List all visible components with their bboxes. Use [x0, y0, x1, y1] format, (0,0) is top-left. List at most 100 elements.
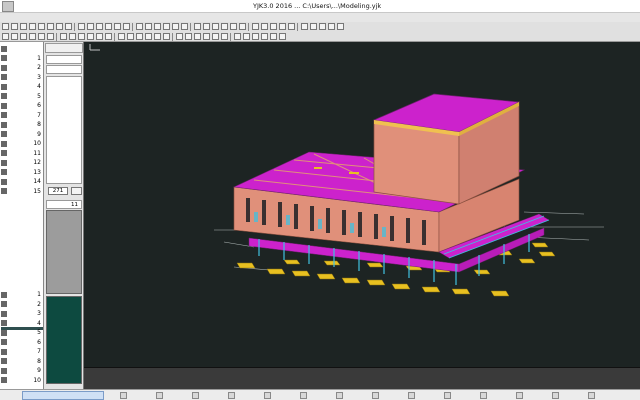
command-panel-item[interactable]: 2 — [1, 300, 43, 309]
toolbar-button[interactable] — [96, 33, 103, 40]
model-viewport[interactable] — [84, 42, 640, 367]
toolbar-button[interactable] — [301, 23, 308, 30]
toolbar-button[interactable] — [243, 33, 250, 40]
status-toggle[interactable] — [588, 392, 595, 399]
toolbar-button[interactable] — [279, 23, 286, 30]
toolbar-button[interactable] — [212, 33, 219, 40]
toolbar-button[interactable] — [261, 23, 268, 30]
toolbar-button[interactable] — [87, 33, 94, 40]
toolbar-button[interactable] — [87, 23, 94, 30]
toolbar-button[interactable] — [176, 33, 183, 40]
status-toggle[interactable] — [336, 392, 343, 399]
toolbar-button[interactable] — [2, 23, 9, 30]
type-dropdown[interactable] — [46, 65, 82, 74]
toolbar-button[interactable] — [2, 33, 9, 40]
property-grid[interactable] — [46, 210, 82, 294]
toolbar-button[interactable] — [203, 33, 210, 40]
toolbar-button[interactable] — [261, 33, 268, 40]
command-panel-item[interactable]: 15 — [1, 187, 43, 196]
status-toggle[interactable] — [372, 392, 379, 399]
toolbar-button[interactable] — [163, 23, 170, 30]
toolbar-button[interactable] — [38, 33, 45, 40]
toolbar-button[interactable] — [270, 33, 277, 40]
status-toggle[interactable] — [192, 392, 199, 399]
toolbar-button[interactable] — [65, 23, 72, 30]
toolbar-button[interactable] — [60, 33, 67, 40]
toolbar-button[interactable] — [47, 23, 54, 30]
status-toggle[interactable] — [300, 392, 307, 399]
command-panel-item[interactable]: 5 — [1, 328, 43, 337]
command-panel-item[interactable]: 14 — [1, 177, 43, 186]
status-toggle[interactable] — [552, 392, 559, 399]
status-toggle[interactable] — [156, 392, 163, 399]
toolbar-button[interactable] — [105, 23, 112, 30]
command-panel-item[interactable]: 1 — [1, 290, 43, 299]
toolbar-button[interactable] — [230, 23, 237, 30]
toolbar-button[interactable] — [123, 23, 130, 30]
toolbar-button[interactable] — [29, 23, 36, 30]
status-toggle[interactable] — [408, 392, 415, 399]
apply-button[interactable] — [71, 187, 82, 195]
toolbar-button[interactable] — [145, 33, 152, 40]
toolbar-button[interactable] — [319, 23, 326, 30]
command-panel-item[interactable]: 3 — [1, 73, 43, 82]
toolbar-button[interactable] — [136, 23, 143, 30]
toolbar-button[interactable] — [310, 23, 317, 30]
toolbar-button[interactable] — [56, 23, 63, 30]
status-toggle[interactable] — [120, 392, 127, 399]
toolbar-button[interactable] — [154, 23, 161, 30]
toolbar-button[interactable] — [328, 23, 335, 30]
toolbar-button[interactable] — [105, 33, 112, 40]
status-toggle[interactable] — [264, 392, 271, 399]
command-panel-item[interactable]: 10 — [1, 376, 43, 385]
toolbar-button[interactable] — [252, 33, 259, 40]
command-panel-item[interactable]: 9 — [1, 366, 43, 375]
command-panel-item[interactable]: 9 — [1, 130, 43, 139]
toolbar-button[interactable] — [252, 23, 259, 30]
toolbar-button[interactable] — [270, 23, 277, 30]
command-panel-item[interactable]: 4 — [1, 82, 43, 91]
toolbar-button[interactable] — [69, 33, 76, 40]
toolbar-button[interactable] — [20, 33, 27, 40]
toolbar-button[interactable] — [212, 23, 219, 30]
toolbar-button[interactable] — [11, 23, 18, 30]
toolbar-button[interactable] — [78, 33, 85, 40]
toolbar-button[interactable] — [194, 23, 201, 30]
command-panel-item[interactable]: 8 — [1, 120, 43, 129]
command-panel-item[interactable]: 1 — [1, 54, 43, 63]
toolbar-button[interactable] — [163, 33, 170, 40]
command-panel-item[interactable]: 4 — [1, 319, 43, 328]
toolbar-button[interactable] — [11, 33, 18, 40]
status-toggle[interactable] — [480, 392, 487, 399]
toolbar-button[interactable] — [127, 33, 134, 40]
toolbar-button[interactable] — [221, 33, 228, 40]
toolbar-button[interactable] — [47, 33, 54, 40]
toolbar-button[interactable] — [288, 23, 295, 30]
command-panel-item[interactable]: 12 — [1, 158, 43, 167]
taskbar-app-button[interactable] — [22, 391, 104, 400]
command-panel-item[interactable]: 5 — [1, 92, 43, 101]
toolbar-button[interactable] — [239, 23, 246, 30]
command-line[interactable] — [84, 367, 640, 389]
toolbar-button[interactable] — [337, 23, 344, 30]
status-toggle[interactable] — [444, 392, 451, 399]
command-panel-item[interactable]: 7 — [1, 111, 43, 120]
toolbar-button[interactable] — [154, 33, 161, 40]
toolbar-button[interactable] — [20, 23, 27, 30]
command-panel-item[interactable]: 2 — [1, 63, 43, 72]
command-panel-item[interactable]: 10 — [1, 139, 43, 148]
command-panel-item[interactable]: 7 — [1, 347, 43, 356]
toolbar-button[interactable] — [279, 33, 286, 40]
status-toggle[interactable] — [516, 392, 523, 399]
toolbar-button[interactable] — [29, 33, 36, 40]
toolbar-button[interactable] — [185, 33, 192, 40]
toolbar-button[interactable] — [38, 23, 45, 30]
toolbar-button[interactable] — [221, 23, 228, 30]
layer-dropdown[interactable] — [46, 55, 82, 64]
command-panel-item[interactable]: 13 — [1, 168, 43, 177]
toolbar-button[interactable] — [181, 23, 188, 30]
property-tabs[interactable] — [45, 43, 83, 53]
toolbar-button[interactable] — [96, 23, 103, 30]
toolbar-button[interactable] — [136, 33, 143, 40]
command-panel-item[interactable]: 3 — [1, 309, 43, 318]
